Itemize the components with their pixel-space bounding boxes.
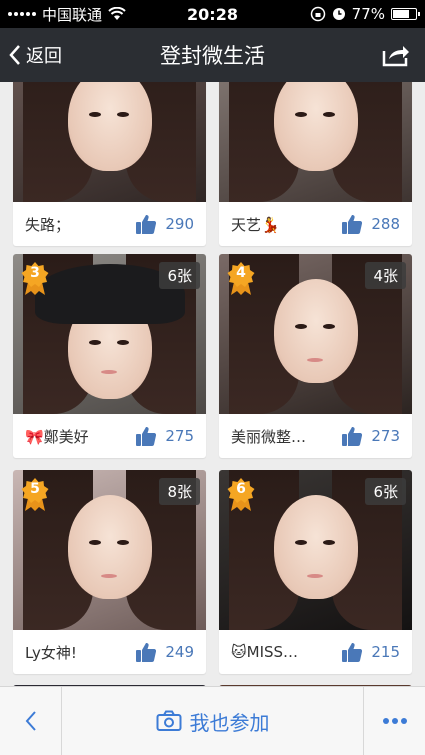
photo-grid[interactable]: 失路； 290 天艺💃 288 3 6张 🎀鄭美好 275 4 4张 美丽微整…… xyxy=(0,82,425,686)
contestant-photo[interactable]: 5 8张 xyxy=(13,470,206,630)
chevron-left-icon xyxy=(25,711,36,731)
contestant-name: 失路； xyxy=(25,215,71,234)
share-icon[interactable] xyxy=(381,42,411,68)
more-dots-icon xyxy=(382,718,407,724)
like-count: 290 xyxy=(165,215,194,233)
contestant-card[interactable]: 失路； 290 xyxy=(13,82,206,246)
like-count: 249 xyxy=(165,643,194,661)
contestant-photo[interactable] xyxy=(13,82,206,202)
contestant-name: 天艺💃 xyxy=(231,215,280,234)
like-count: 215 xyxy=(371,643,400,661)
rank-badge: 6 xyxy=(227,478,255,512)
rank-badge: 3 xyxy=(21,262,49,296)
contestant-name: 🐱MISS… xyxy=(231,643,299,661)
rank-badge: 5 xyxy=(21,478,49,512)
navigation-bar: 返回 登封微生活 xyxy=(0,28,425,82)
camera-icon xyxy=(156,710,181,731)
back-button[interactable]: 返回 xyxy=(8,28,62,82)
thumbs-up-icon xyxy=(136,427,157,446)
contestant-photo[interactable]: 4 4张 xyxy=(219,254,412,414)
contestant-name: 🎀鄭美好 xyxy=(25,427,89,446)
contestant-card[interactable]: 4 4张 美丽微整… 273 xyxy=(219,254,412,458)
alarm-icon xyxy=(332,8,345,20)
rank-number: 6 xyxy=(236,481,246,497)
contestant-name: Ly女神! xyxy=(25,643,77,662)
like-button[interactable]: 290 xyxy=(135,213,194,235)
page-title: 登封微生活 xyxy=(160,44,265,68)
toolbar-back-button[interactable] xyxy=(0,686,62,755)
like-button[interactable]: 288 xyxy=(341,213,400,235)
chevron-left-icon xyxy=(9,45,20,65)
contestant-card[interactable]: 3 6张 🎀鄭美好 275 xyxy=(13,254,206,458)
like-count: 288 xyxy=(371,215,400,233)
signal-strength-icon xyxy=(8,12,36,16)
thumbs-up-icon xyxy=(342,643,363,662)
more-options-button[interactable] xyxy=(363,686,425,755)
like-button[interactable]: 249 xyxy=(135,641,194,663)
carrier-label: 中国联通 xyxy=(42,5,103,24)
rank-badge: 4 xyxy=(227,262,255,296)
thumbs-up-icon xyxy=(342,427,363,446)
battery-percent: 77% xyxy=(351,5,385,23)
back-button-label: 返回 xyxy=(26,46,62,67)
wifi-icon xyxy=(108,7,126,20)
status-bar: 中国联通 20:28 77% xyxy=(0,0,425,28)
like-count: 273 xyxy=(371,427,400,445)
thumbs-up-icon xyxy=(136,643,157,662)
contestant-card[interactable]: 5 8张 Ly女神! 249 xyxy=(13,470,206,674)
like-button[interactable]: 275 xyxy=(135,425,194,447)
like-button[interactable]: 215 xyxy=(341,641,400,663)
contestant-photo[interactable] xyxy=(219,82,412,202)
contestant-card[interactable]: 天艺💃 288 xyxy=(219,82,412,246)
contestant-card[interactable]: 6 6张 🐱MISS… 215 xyxy=(219,470,412,674)
contestant-photo[interactable]: 3 6张 xyxy=(13,254,206,414)
thumbs-up-icon xyxy=(342,215,363,234)
thumbs-up-icon xyxy=(136,215,157,234)
photo-count-badge: 8张 xyxy=(159,478,200,505)
photo-count-badge: 6张 xyxy=(365,478,406,505)
rank-number: 5 xyxy=(30,481,40,497)
photo-count-badge: 4张 xyxy=(365,262,406,289)
contestant-photo[interactable]: 6 6张 xyxy=(219,470,412,630)
rank-number: 3 xyxy=(30,265,40,281)
like-count: 275 xyxy=(165,427,194,445)
battery-icon xyxy=(391,8,420,20)
join-button-label: 我也参加 xyxy=(189,710,270,735)
join-button[interactable]: 我也参加 xyxy=(62,707,363,736)
photo-count-badge: 6张 xyxy=(159,262,200,289)
rotation-lock-icon xyxy=(310,6,325,22)
contestant-name: 美丽微整… xyxy=(231,427,307,446)
bottom-toolbar: 我也参加 xyxy=(0,686,425,755)
rank-number: 4 xyxy=(236,265,246,281)
clock: 20:28 xyxy=(187,4,238,24)
like-button[interactable]: 273 xyxy=(341,425,400,447)
